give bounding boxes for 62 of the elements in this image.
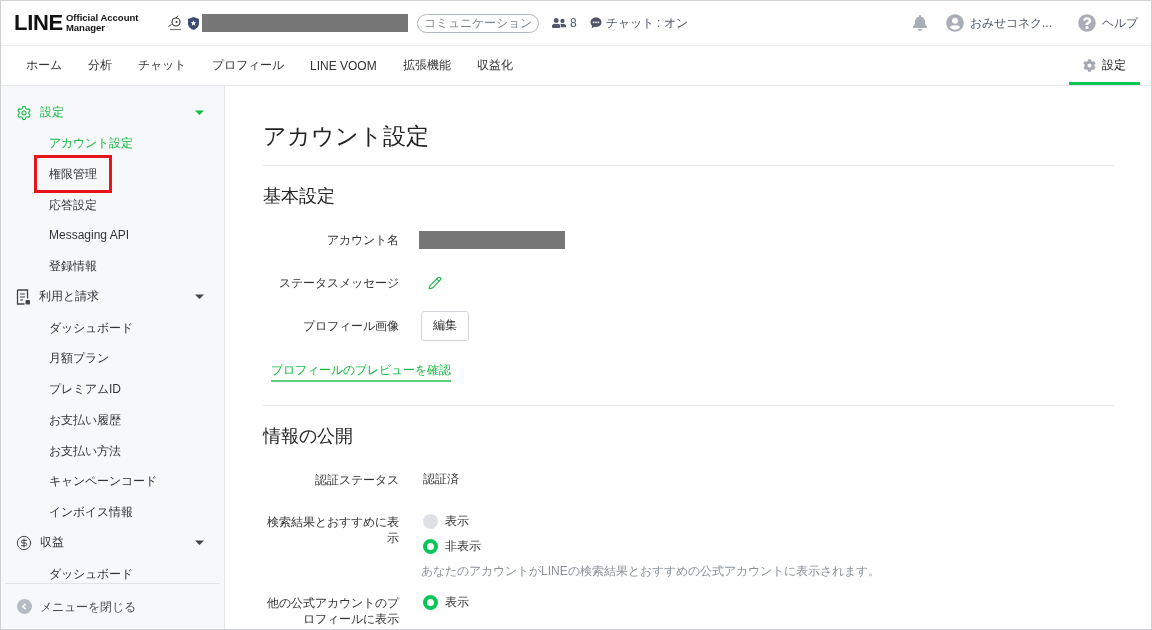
menu-item[interactable]: ダッシュボード: [49, 565, 133, 582]
section-heading: 情報の公開: [263, 425, 354, 448]
menu-item[interactable]: 月額プラン: [49, 350, 109, 367]
nav-tab[interactable]: LINE VOOM: [297, 46, 390, 85]
menu-item[interactable]: 応答設定: [49, 196, 97, 213]
menu-group[interactable]: 収益: [1, 527, 224, 559]
nav-tab[interactable]: ホーム: [13, 46, 75, 85]
menu-item[interactable]: ダッシュボード: [49, 319, 133, 336]
friends-icon: [551, 16, 566, 30]
help-icon: [1078, 14, 1096, 32]
menu-item[interactable]: キャンペーンコード: [49, 473, 157, 490]
menu-item[interactable]: お支払い方法: [49, 442, 121, 459]
settings-tab[interactable]: 設定: [1069, 46, 1140, 85]
nav-tab[interactable]: プロフィール: [199, 46, 297, 85]
chat-bubble-icon: [589, 17, 602, 29]
logo-subtitle: Official Account Manager: [65, 13, 140, 33]
gear-icon: [16, 104, 32, 121]
nav-tab[interactable]: チャット: [125, 46, 199, 85]
nav-tab[interactable]: 収益化: [463, 46, 526, 85]
field-label: プロフィール画像: [302, 317, 399, 334]
field-value: 認証済: [422, 471, 459, 488]
radio-option[interactable]: 表示: [421, 509, 469, 534]
menu-item[interactable]: 権限管理: [49, 166, 97, 183]
nav-tab[interactable]: 分析: [75, 46, 125, 85]
field-label: 認証ステータス: [314, 471, 399, 488]
edit-button[interactable]: 編集: [421, 310, 469, 341]
menu-item[interactable]: お支払い履歴: [49, 411, 121, 428]
field-label: 他の公式アカウントのプロフィールに表示: [266, 594, 399, 627]
chevron-left-icon: [17, 599, 32, 614]
shield-icon: [187, 16, 199, 30]
bell-icon[interactable]: [912, 15, 928, 31]
pencil-icon[interactable]: [428, 275, 442, 290]
help-link[interactable]: ヘルプ: [1078, 14, 1138, 32]
radio-option[interactable]: 非表示: [421, 534, 481, 559]
radio-option[interactable]: 表示: [421, 590, 469, 615]
collapse-menu-button[interactable]: メニューを閉じる: [17, 598, 136, 615]
logo-icon: [166, 14, 184, 32]
document-icon: [16, 288, 31, 305]
gear-icon: [1083, 59, 1096, 72]
caret-icon[interactable]: [195, 292, 204, 302]
menu-group[interactable]: 利用と請求: [1, 281, 224, 313]
radio-button[interactable]: [423, 595, 438, 610]
avatar-icon: [946, 14, 964, 32]
chat-status: チャット : オン: [605, 14, 688, 32]
menu-item[interactable]: プレミアムID: [49, 381, 121, 398]
logo-wordmark: LINE: [14, 12, 63, 34]
field-label: アカウント名: [326, 231, 399, 248]
friend-count: 8: [569, 16, 577, 30]
menu-item[interactable]: Messaging API: [49, 227, 130, 244]
dollar-circle-icon: [16, 534, 32, 551]
caret-icon[interactable]: [195, 538, 204, 548]
account-menu[interactable]: おみせコネク...: [946, 14, 1052, 32]
menu-item[interactable]: インボイス情報: [49, 503, 133, 520]
section-heading: 基本設定: [263, 185, 336, 208]
help-text: あなたのアカウントがLINEの検索結果とおすすめの公式アカウントに表示されます。: [421, 563, 880, 579]
radio-button[interactable]: [423, 539, 438, 554]
page-title: アカウント設定: [263, 122, 430, 151]
field-label: 検索結果とおすすめに表示: [266, 513, 399, 546]
radio-button[interactable]: [423, 514, 438, 529]
nav-tab[interactable]: 拡張機能: [389, 46, 464, 85]
field-label: ステータスメッセージ: [278, 274, 399, 291]
menu-item[interactable]: 登録情報: [49, 258, 97, 275]
